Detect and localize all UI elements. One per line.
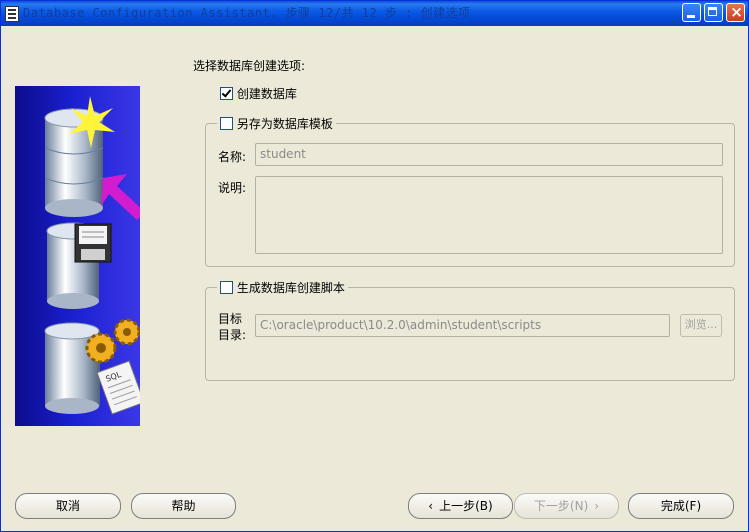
database-template-icon bbox=[46, 222, 112, 309]
save-template-label: 另存为数据库模板 bbox=[236, 117, 333, 131]
create-database-checkbox[interactable] bbox=[220, 87, 233, 100]
maximize-button[interactable] bbox=[704, 3, 723, 22]
next-arrow-icon: › bbox=[594, 499, 600, 513]
app-icon bbox=[5, 6, 19, 22]
close-button[interactable]: × bbox=[726, 3, 745, 22]
back-button-label: 上一步(B) bbox=[439, 499, 493, 513]
browse-button[interactable]: 浏览... bbox=[680, 314, 722, 337]
back-arrow-icon: ‹ bbox=[428, 499, 434, 513]
app-window: Database Configuration Assistant, 步骤 12/… bbox=[0, 0, 749, 532]
database-script-icon: SQL bbox=[44, 318, 140, 415]
dest-label-line2: 目录: bbox=[218, 328, 247, 342]
template-desc-field[interactable] bbox=[255, 176, 723, 254]
back-button[interactable]: ‹ 上一步(B) bbox=[408, 493, 513, 519]
minimize-icon bbox=[687, 15, 695, 18]
minimize-button[interactable] bbox=[682, 3, 701, 22]
cancel-button[interactable]: 取消 bbox=[15, 493, 121, 519]
section-title: 选择数据库创建选项: bbox=[193, 59, 306, 73]
save-template-checkbox[interactable] bbox=[220, 117, 233, 130]
dest-directory-field[interactable]: C:\oracle\product\10.2.0\admin\student\s… bbox=[255, 314, 670, 337]
maximize-icon bbox=[708, 7, 717, 16]
finish-button[interactable]: 完成(F) bbox=[628, 493, 734, 519]
gen-scripts-group: 生成数据库创建脚本 目标 目录: C:\oracle\product\10.2.… bbox=[205, 279, 735, 381]
help-button[interactable]: 帮助 bbox=[131, 493, 236, 519]
title-bar[interactable]: Database Configuration Assistant, 步骤 12/… bbox=[1, 1, 748, 26]
template-name-field[interactable]: student bbox=[255, 143, 723, 166]
wizard-illustration: SQL bbox=[15, 86, 140, 426]
window-title: Database Configuration Assistant, 步骤 12/… bbox=[23, 6, 471, 20]
save-template-group: 另存为数据库模板 名称: student 说明: bbox=[205, 115, 735, 267]
template-desc-label: 说明: bbox=[218, 181, 247, 195]
template-name-label: 名称: bbox=[218, 150, 247, 164]
next-button[interactable]: 下一步(N) › bbox=[514, 493, 619, 519]
gen-scripts-option[interactable]: 生成数据库创建脚本 bbox=[217, 279, 348, 296]
gen-scripts-label: 生成数据库创建脚本 bbox=[236, 281, 345, 295]
create-database-label: 创建数据库 bbox=[236, 87, 297, 101]
gen-scripts-checkbox[interactable] bbox=[220, 281, 233, 294]
save-template-option[interactable]: 另存为数据库模板 bbox=[217, 115, 336, 132]
dialog-body: SQL 选择数据库创建选项: 创建数据库 另存为数据库模板 名称: studen… bbox=[1, 26, 748, 531]
close-icon: × bbox=[730, 3, 743, 21]
database-new-icon bbox=[44, 96, 140, 220]
dest-label-line1: 目标 bbox=[218, 312, 243, 326]
next-button-label: 下一步(N) bbox=[533, 499, 589, 513]
create-database-option[interactable]: 创建数据库 bbox=[220, 85, 297, 102]
